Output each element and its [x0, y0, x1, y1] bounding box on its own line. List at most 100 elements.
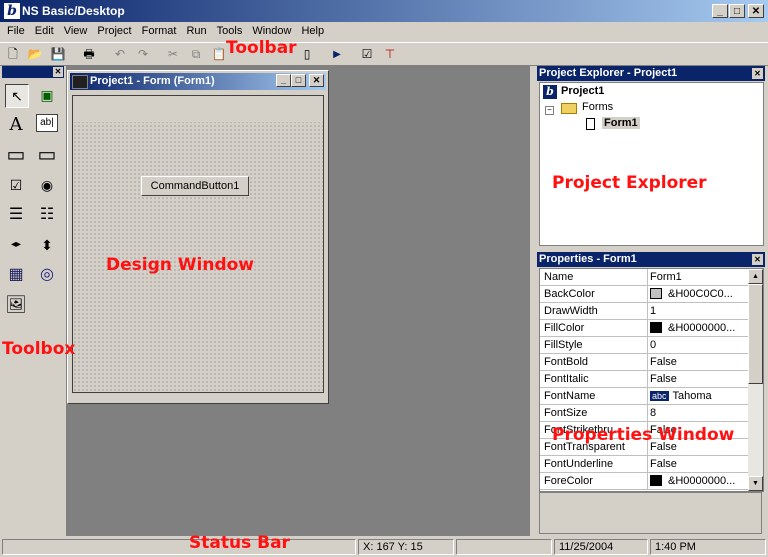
property-value[interactable]: False [650, 373, 748, 385]
properties-close-icon[interactable]: ✕ [752, 254, 763, 265]
property-row[interactable]: FontItalic False [540, 371, 748, 388]
status-time: 1:40 PM [650, 539, 766, 555]
property-row[interactable]: FontBold False [540, 354, 748, 371]
custom-tool-icon[interactable]: 🖼 [5, 294, 27, 316]
menu-file[interactable]: File [2, 22, 30, 41]
scroll-down-icon[interactable]: ▼ [748, 476, 763, 491]
property-value[interactable]: False [650, 356, 748, 368]
status-coords: X: 167 Y: 15 [358, 539, 454, 555]
property-value[interactable]: 0 [650, 339, 748, 351]
commandbutton-tool-icon[interactable]: ▭ [36, 144, 58, 166]
form-icon[interactable]: ▯ [298, 46, 316, 63]
property-value[interactable]: 1 [650, 305, 748, 317]
property-value-cell[interactable]: &H0000000... [650, 475, 748, 487]
vscrollbar-tool-icon[interactable]: ⬍ [36, 234, 58, 256]
cut-icon[interactable]: ✂ [164, 46, 182, 63]
scroll-up-icon[interactable]: ▲ [748, 269, 763, 284]
property-name: FontItalic [544, 373, 589, 385]
property-row[interactable]: ForeColor &H0000000... [540, 473, 748, 490]
menu-project[interactable]: Project [92, 22, 136, 41]
tree-forms-node[interactable]: Forms [582, 101, 613, 113]
tree-project-node[interactable]: Project1 [561, 85, 604, 97]
property-value: &H0000000... [668, 475, 736, 487]
property-name: FontBold [544, 356, 589, 368]
timer-tool-icon[interactable]: ◎ [36, 264, 58, 286]
property-row[interactable]: FillColor &H0000000... [540, 320, 748, 337]
property-value[interactable]: False [650, 458, 748, 470]
property-row[interactable]: FillStyle 0 [540, 337, 748, 354]
form-design-surface[interactable]: CommandButton1 [72, 95, 324, 393]
property-row[interactable]: Name Form1 [540, 269, 748, 286]
minimize-button[interactable]: _ [712, 4, 728, 18]
properties-scrollbar[interactable]: ▲ ▼ [748, 269, 763, 491]
property-value-cell[interactable]: &H0000000... [650, 322, 748, 334]
maximize-button[interactable]: □ [729, 4, 745, 18]
listbox-tool-icon[interactable]: ☷ [36, 204, 58, 226]
property-value: &H00C0C0... [668, 288, 733, 300]
hscrollbar-tool-icon[interactable]: ◂▸ [5, 234, 27, 256]
annotation-toolbar: Toolbar [226, 38, 297, 58]
annotation-project-explorer: Project Explorer [552, 173, 707, 193]
property-name: FillStyle [544, 339, 583, 351]
color-swatch [650, 475, 662, 486]
property-row[interactable]: BackColor &H00C0C0... [540, 286, 748, 303]
save-icon[interactable]: 💾 [49, 46, 67, 63]
tree-form1-node[interactable]: Form1 [602, 117, 640, 129]
form-close-button[interactable]: ✕ [309, 74, 324, 87]
run-icon[interactable]: ▶ [328, 46, 346, 63]
property-row[interactable]: FontSize 8 [540, 405, 748, 422]
property-row[interactable]: FontName abc Tahoma [540, 388, 748, 405]
picture-tool-icon[interactable]: ▣ [36, 84, 58, 106]
properties-panel: Properties - Form1 ✕ Name Form1 BackColor… [537, 252, 765, 535]
open-icon[interactable]: 📂 [26, 46, 44, 63]
app-icon[interactable]: b [4, 3, 20, 19]
redo-icon[interactable]: ↷ [134, 46, 152, 63]
combobox-tool-icon[interactable]: ☰ [5, 204, 27, 226]
new-icon[interactable]: 🗋 [4, 46, 22, 63]
print-icon[interactable]: 🖶 [80, 46, 98, 63]
checkbox-tool-icon[interactable]: ☑ [5, 174, 27, 196]
optionbutton-tool-icon[interactable]: ◉ [36, 174, 58, 196]
menu-help[interactable]: Help [296, 22, 329, 41]
pointer-tool-icon[interactable]: ↖ [5, 84, 29, 108]
form-window-title-bar[interactable]: Project1 - Form (Form1) _ □ ✕ [70, 73, 326, 90]
menu-format[interactable]: Format [137, 22, 182, 41]
property-value-cell[interactable]: abc Tahoma [650, 390, 748, 402]
form-maximize-button[interactable]: □ [291, 74, 306, 87]
toolbox-panel: ✕ ↖ ▣ A ab| ▭ ▭ ☑ ◉ ☰ ☷ ◂▸ ⬍ ▦ ◎ 🖼 [0, 66, 66, 536]
menu-view[interactable]: View [59, 22, 93, 41]
project-icon: b [543, 85, 557, 99]
project-explorer-title-bar: Project Explorer - Project1 ✕ [537, 66, 765, 81]
property-row[interactable]: FontUnderline False [540, 456, 748, 473]
grid-tool-icon[interactable]: ▦ [5, 264, 27, 286]
toolbox-close-icon[interactable]: ✕ [53, 67, 63, 77]
frame-tool-icon[interactable]: ▭ [5, 144, 27, 166]
property-name: FontSize [544, 407, 588, 419]
property-row[interactable]: DrawWidth 1 [540, 303, 748, 320]
property-value: Tahoma [672, 390, 712, 402]
copy-icon[interactable]: ⧉ [187, 46, 205, 63]
menu-edit[interactable]: Edit [30, 22, 59, 41]
undo-icon[interactable]: ↶ [111, 46, 129, 63]
project-explorer-title: Project Explorer - Project1 [539, 67, 678, 79]
annotation-properties-window: Properties Window [552, 425, 735, 445]
toolbox-icon[interactable]: ⊤ [381, 46, 399, 63]
menu-bar: File Edit View Project Format Run Tools Window H… [0, 22, 768, 41]
property-value[interactable]: 8 [650, 407, 748, 419]
close-button[interactable]: ✕ [748, 4, 764, 18]
label-tool-icon[interactable]: A [5, 114, 27, 136]
project-explorer-close-icon[interactable]: ✕ [752, 68, 763, 79]
textbox-tool-icon[interactable]: ab| [36, 114, 58, 132]
property-name: BackColor [544, 288, 595, 300]
folder-icon [561, 103, 577, 114]
property-value[interactable]: Form1 [650, 271, 748, 283]
annotation-design-window: Design Window [106, 255, 255, 275]
menu-run[interactable]: Run [181, 22, 211, 41]
command-button-1[interactable]: CommandButton1 [141, 176, 249, 196]
tree-collapse-icon[interactable]: − [545, 106, 554, 115]
properties-icon[interactable]: ☑ [358, 46, 376, 63]
form-minimize-button[interactable]: _ [276, 74, 291, 87]
scroll-thumb[interactable] [748, 284, 763, 384]
form-window-title: Project1 - Form (Form1) [90, 75, 215, 87]
property-value-cell[interactable]: &H00C0C0... [650, 288, 748, 300]
